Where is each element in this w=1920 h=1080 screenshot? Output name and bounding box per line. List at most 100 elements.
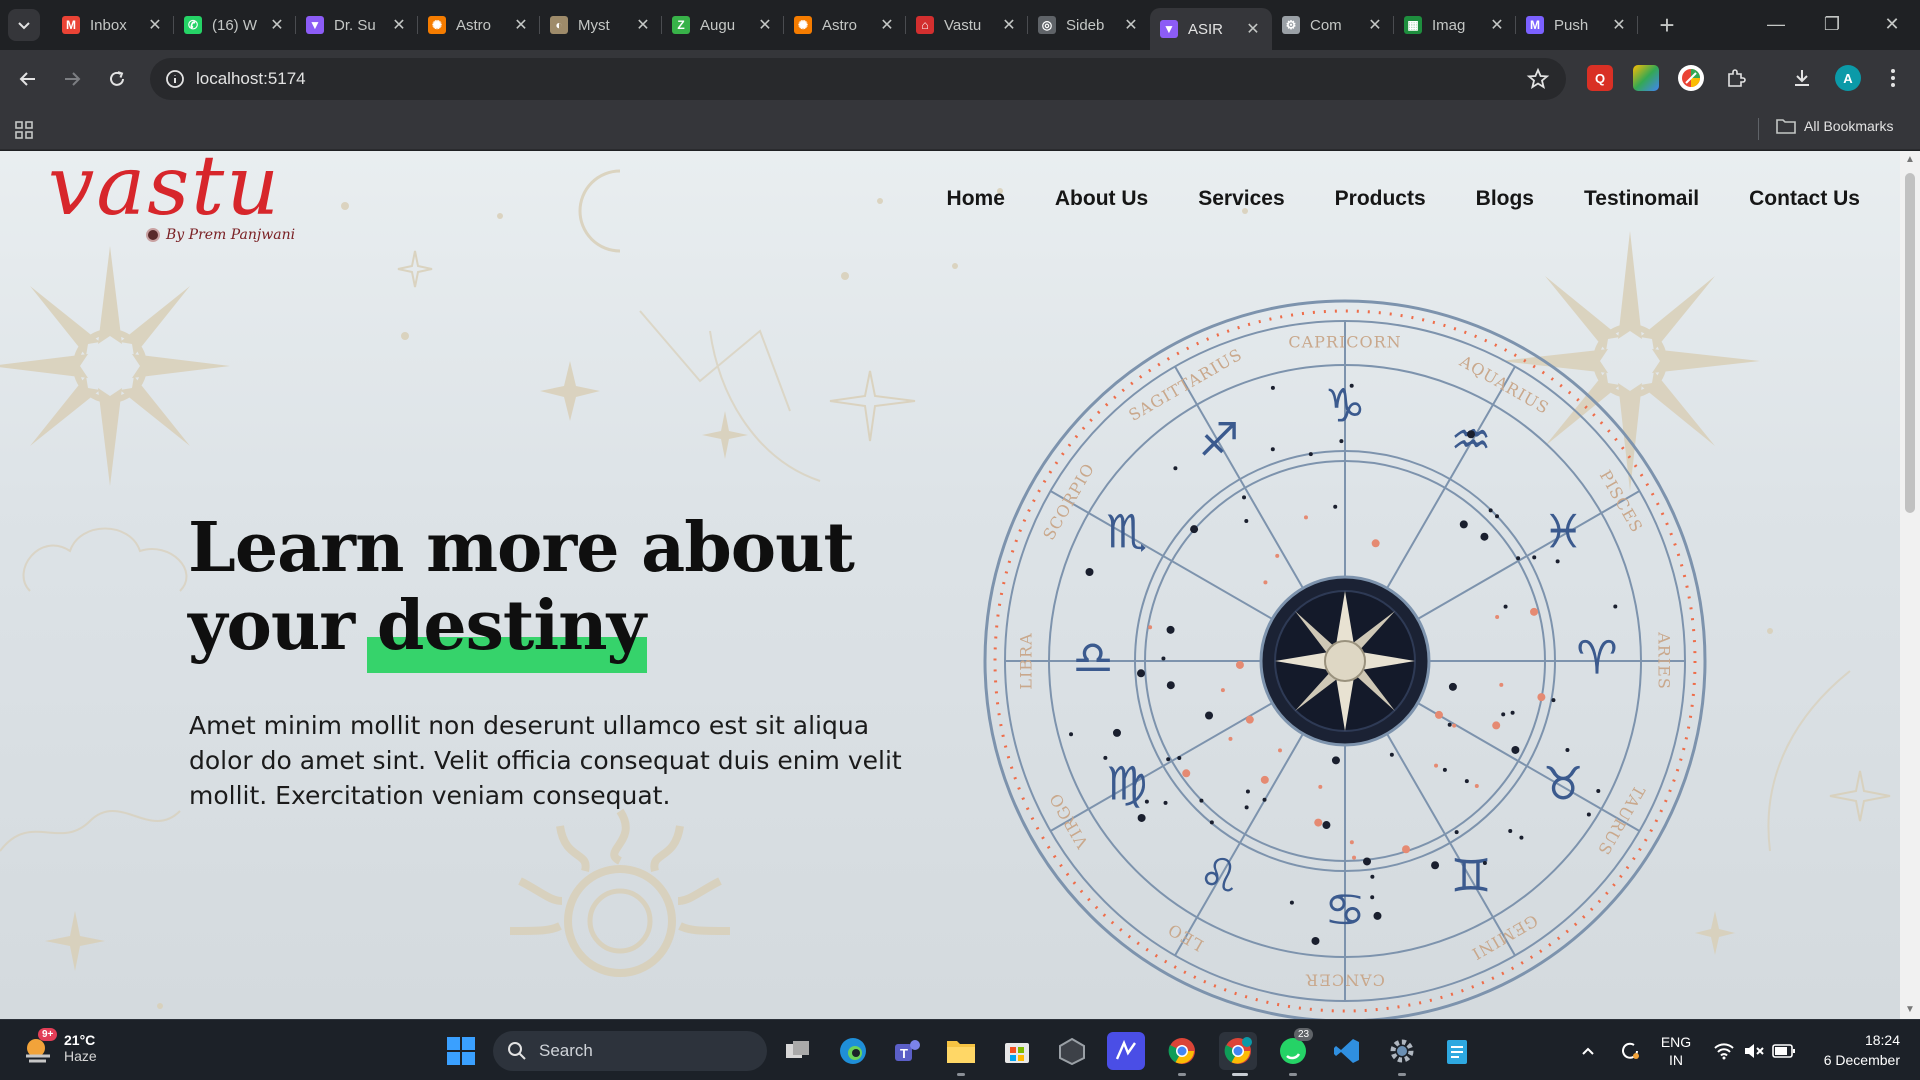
battery-icon[interactable] — [1770, 1020, 1798, 1080]
settings-gear-icon[interactable] — [1383, 1032, 1421, 1070]
extensions-puzzle-icon[interactable] — [1723, 65, 1749, 91]
nav-blogs[interactable]: Blogs — [1476, 187, 1534, 211]
browser-tab[interactable]: ▼ Dr. Su ✕ — [296, 8, 418, 42]
browser-tab[interactable]: ▼ ASIR ✕ — [1150, 8, 1272, 50]
new-tab-button[interactable]: + — [1652, 10, 1682, 40]
chrome-icon[interactable] — [1163, 1032, 1201, 1070]
minimize-button[interactable]: — — [1748, 0, 1804, 48]
tab-close-icon[interactable]: ✕ — [512, 15, 530, 35]
page-scrollbar[interactable]: ▲ ▼ — [1900, 151, 1920, 1019]
tab-title: (16) W — [212, 16, 257, 34]
browser-tab[interactable]: M Inbox ✕ — [52, 8, 174, 42]
taskbar-search[interactable]: Search — [493, 1031, 767, 1071]
nav-contact-us[interactable]: Contact Us — [1749, 187, 1860, 211]
scrollbar-thumb[interactable] — [1905, 173, 1915, 513]
bookmark-star-icon[interactable] — [1526, 67, 1550, 91]
address-bar[interactable]: localhost:5174 — [150, 58, 1566, 100]
teams-icon[interactable]: T — [888, 1032, 926, 1070]
wheel-divider — [1417, 490, 1640, 620]
profile-avatar[interactable]: A — [1835, 65, 1861, 91]
tab-close-icon[interactable]: ✕ — [146, 15, 164, 35]
wifi-icon[interactable] — [1710, 1020, 1738, 1080]
constellation-star — [1482, 860, 1487, 865]
nav-about-us[interactable]: About Us — [1055, 187, 1148, 211]
tab-title: Myst — [578, 16, 610, 34]
constellation-star — [1452, 723, 1457, 728]
microsoft-store-icon[interactable] — [998, 1032, 1036, 1070]
constellation-star — [1144, 799, 1149, 804]
sync-icon[interactable] — [1616, 1020, 1644, 1080]
back-button[interactable] — [12, 63, 44, 95]
constellation-star — [1270, 385, 1275, 390]
notes-app-icon[interactable] — [1107, 1032, 1145, 1070]
constellation-star — [1308, 452, 1313, 457]
extension-photos-icon[interactable] — [1633, 65, 1659, 91]
tab-close-icon[interactable]: ✕ — [268, 15, 286, 35]
zodiac-glyph-icon: ♐ — [1198, 412, 1239, 466]
language-indicator[interactable]: ENG IN — [1658, 1020, 1694, 1080]
tab-close-icon[interactable]: ✕ — [878, 15, 896, 35]
tab-close-icon[interactable]: ✕ — [634, 15, 652, 35]
restore-button[interactable]: ❐ — [1804, 0, 1860, 48]
wheel-divider — [1386, 733, 1516, 956]
file-explorer-icon[interactable] — [942, 1032, 980, 1070]
browser-tab[interactable]: ⌂ Vastu ✕ — [906, 8, 1028, 42]
forward-button[interactable] — [56, 63, 88, 95]
vscode-icon[interactable] — [1328, 1032, 1366, 1070]
menu-kebab-icon[interactable] — [1880, 65, 1906, 91]
site-info-icon[interactable] — [164, 68, 186, 90]
chevron-down-icon — [18, 22, 30, 30]
chrome-profile-icon[interactable] — [1219, 1032, 1257, 1070]
browser-tab[interactable]: ⚙ Com ✕ — [1272, 8, 1394, 42]
volume-muted-icon[interactable] — [1740, 1020, 1768, 1080]
all-bookmarks-button[interactable]: All Bookmarks — [1776, 118, 1893, 134]
nav-services[interactable]: Services — [1198, 187, 1284, 211]
close-window-button[interactable]: ✕ — [1864, 0, 1920, 48]
notepad-icon[interactable] — [1438, 1032, 1476, 1070]
tab-close-icon[interactable]: ✕ — [1610, 15, 1628, 35]
scroll-up-icon[interactable]: ▲ — [1904, 155, 1916, 165]
constellation-star — [1244, 518, 1249, 523]
tab-close-icon[interactable]: ✕ — [1366, 15, 1384, 35]
constellation-star — [1349, 383, 1354, 388]
nav-testimonial[interactable]: Testinomail — [1584, 187, 1699, 211]
constellation-star — [1190, 525, 1199, 534]
browser-tab[interactable]: ✆ (16) W ✕ — [174, 8, 296, 42]
whatsapp-icon[interactable]: 23 — [1274, 1028, 1314, 1070]
browser-tab[interactable]: ✺ Astro ✕ — [418, 8, 540, 42]
browser-tab[interactable]: M Push ✕ — [1516, 8, 1638, 42]
nav-products[interactable]: Products — [1335, 187, 1426, 211]
browser-tab[interactable]: ◎ Sideb ✕ — [1028, 8, 1150, 42]
constellation-star — [1530, 607, 1539, 616]
dev-tool-icon[interactable] — [1053, 1032, 1091, 1070]
tab-close-icon[interactable]: ✕ — [1122, 15, 1140, 35]
tab-close-icon[interactable]: ✕ — [1244, 19, 1262, 39]
task-view-icon[interactable] — [779, 1032, 817, 1070]
tab-close-icon[interactable]: ✕ — [756, 15, 774, 35]
browser-tab[interactable]: Z Augu ✕ — [662, 8, 784, 42]
vastu-logo[interactable]: vastu By Prem Panjwani — [48, 151, 318, 255]
weather-widget[interactable]: 9+ 21°C Haze — [20, 1028, 97, 1066]
tab-close-icon[interactable]: ✕ — [1488, 15, 1506, 35]
apps-grid-icon[interactable] — [14, 120, 34, 140]
taskbar-clock[interactable]: 18:24 6 December — [1824, 1030, 1900, 1070]
tab-close-icon[interactable]: ✕ — [390, 15, 408, 35]
extension-search-icon[interactable]: Q — [1587, 65, 1613, 91]
show-hidden-icons-chevron-icon[interactable] — [1576, 1020, 1600, 1080]
tab-search-button[interactable] — [8, 9, 40, 41]
browser-tab[interactable]: ✺ Astro ✕ — [784, 8, 906, 42]
browser-tab[interactable]: ◐ Myst ✕ — [540, 8, 662, 42]
bookmarks-bar: All Bookmarks — [0, 108, 1920, 150]
windows-start-icon[interactable] — [442, 1032, 480, 1070]
tab-close-icon[interactable]: ✕ — [1000, 15, 1018, 35]
constellation-star — [1311, 936, 1320, 945]
constellation-star — [1459, 520, 1468, 529]
downloads-icon[interactable] — [1789, 65, 1815, 91]
logo-emblem-icon — [146, 228, 160, 242]
edge-browser-icon[interactable] — [834, 1032, 872, 1070]
reload-button[interactable] — [101, 63, 133, 95]
extension-colorful-icon[interactable] — [1678, 65, 1704, 91]
nav-home[interactable]: Home — [947, 187, 1005, 211]
scroll-down-icon[interactable]: ▼ — [1904, 1005, 1916, 1015]
browser-tab[interactable]: ▦ Imag ✕ — [1394, 8, 1516, 42]
